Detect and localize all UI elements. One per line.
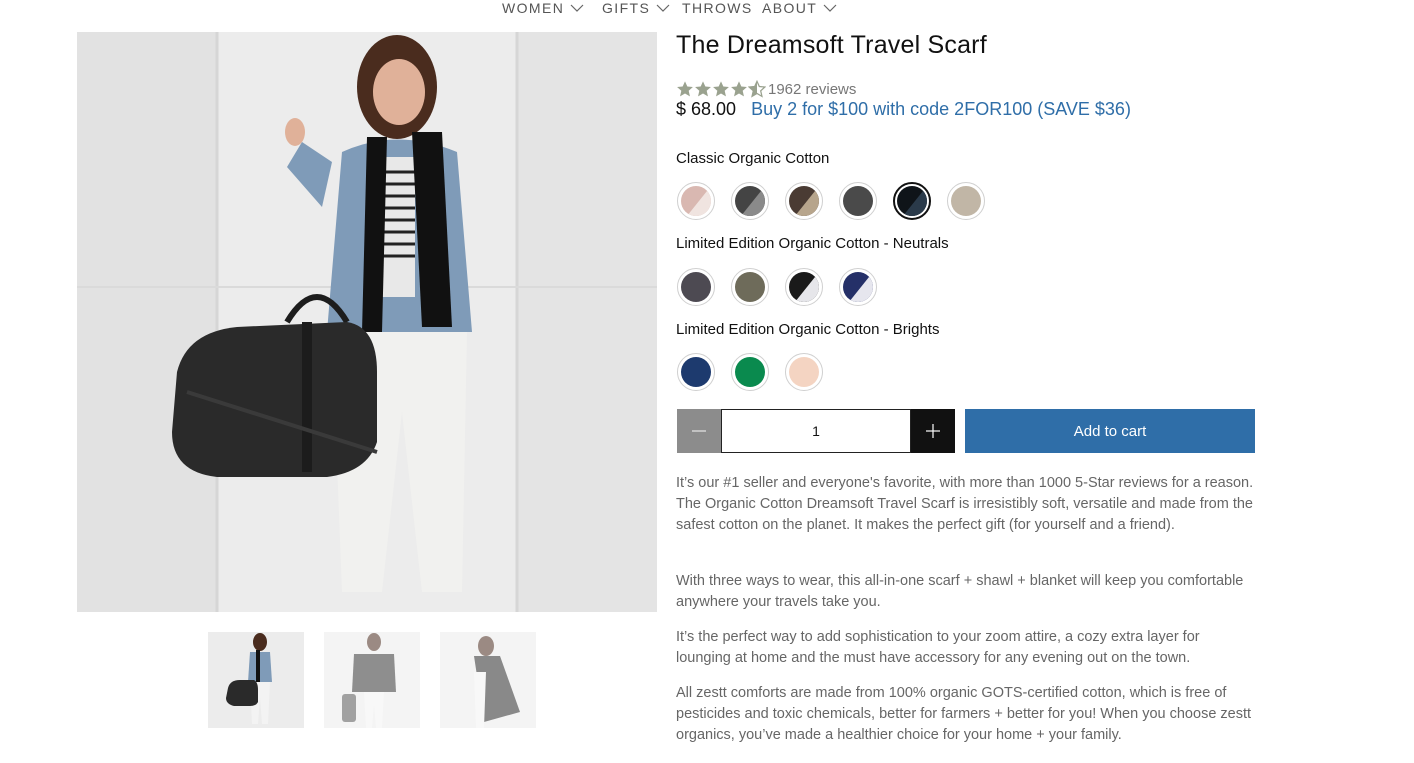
nav-item-label: GIFTS (602, 0, 651, 16)
nav-item-label: THROWS (682, 0, 753, 16)
thumbnail-front-bag[interactable] (208, 632, 304, 728)
color-swatch-oatmeal[interactable] (947, 182, 985, 220)
product-title: The Dreamsoft Travel Scarf (676, 31, 987, 59)
review-count-link[interactable]: 1962 reviews (768, 81, 856, 98)
chevron-down-icon (570, 4, 584, 12)
promo-message: Buy 2 for $100 with code 2FOR100 (SAVE $… (751, 99, 1131, 119)
color-swatch-black-white[interactable] (785, 268, 823, 306)
swatch-color-dot (735, 357, 765, 387)
description-paragraph: It’s our #1 seller and everyone's favori… (676, 475, 1254, 533)
option-group-label: Limited Edition Organic Cotton - Brights (676, 321, 940, 338)
swatch-color-dot (897, 186, 927, 216)
thumbnail-shawl[interactable] (324, 632, 420, 728)
nav-item-label: WOMEN (502, 0, 565, 16)
swatch-color-dot (735, 186, 765, 216)
color-swatch-navy[interactable] (677, 353, 715, 391)
product-photo (77, 32, 657, 612)
option-group-label: Classic Organic Cotton (676, 150, 830, 167)
add-to-cart-button[interactable]: Add to cart (965, 409, 1255, 453)
quantity-decrease-button[interactable] (677, 409, 721, 453)
swatch-color-dot (843, 186, 873, 216)
quantity-increase-button[interactable] (911, 409, 955, 453)
thumbnail-draped[interactable] (440, 632, 536, 728)
swatch-group-classic (677, 182, 985, 220)
color-swatch-olive[interactable] (731, 268, 769, 306)
description-paragraph: It’s the perfect way to add sophisticati… (676, 629, 1200, 666)
quantity-input[interactable] (721, 409, 911, 453)
thumbnail-image (440, 632, 536, 728)
color-swatch-blush[interactable] (677, 182, 715, 220)
product-price: $ 68.00 (676, 99, 737, 119)
top-nav: WOMEN GIFTS THROWS ABOUT (0, 0, 1414, 20)
swatch-color-dot (789, 357, 819, 387)
price-row: $ 68.00 Buy 2 for $100 with code 2FOR100… (676, 99, 1131, 120)
minus-icon (692, 430, 706, 432)
star-icon (677, 81, 693, 97)
star-half-icon (748, 80, 766, 98)
swatch-color-dot (735, 272, 765, 302)
chevron-down-icon (823, 4, 837, 12)
description-paragraph: With three ways to wear, this all-in-one… (676, 573, 1244, 610)
color-swatch-graphite[interactable] (839, 182, 877, 220)
color-swatch-green[interactable] (731, 353, 769, 391)
swatch-color-dot (843, 272, 873, 302)
nav-item-label: ABOUT (762, 0, 818, 16)
swatch-color-dot (951, 186, 981, 216)
swatch-color-dot (681, 186, 711, 216)
thumbnail-image (324, 632, 420, 728)
color-swatch-peach[interactable] (785, 353, 823, 391)
description-paragraph: All zestt comforts are made from 100% or… (676, 685, 1252, 743)
nav-item-about[interactable]: ABOUT (762, 0, 837, 16)
swatch-color-dot (681, 357, 711, 387)
main-product-image[interactable] (77, 32, 657, 612)
star-icon (695, 81, 711, 97)
product-rating[interactable]: 1962 reviews (676, 80, 856, 98)
star-icon (713, 81, 729, 97)
color-swatch-black[interactable] (893, 182, 931, 220)
swatch-group-neutrals (677, 268, 877, 306)
thumbnail-image (208, 632, 304, 728)
color-swatch-espresso-taupe[interactable] (785, 182, 823, 220)
nav-item-throws[interactable]: THROWS (682, 0, 753, 16)
nav-item-gifts[interactable]: GIFTS (602, 0, 670, 16)
swatch-color-dot (681, 272, 711, 302)
nav-item-women[interactable]: WOMEN (502, 0, 584, 16)
plus-icon (926, 424, 940, 438)
swatch-group-brights (677, 353, 823, 391)
chevron-down-icon (656, 4, 670, 12)
swatch-color-dot (789, 186, 819, 216)
color-swatch-slate[interactable] (677, 268, 715, 306)
star-icon (731, 81, 747, 97)
swatch-color-dot (789, 272, 819, 302)
color-swatch-charcoal-grey[interactable] (731, 182, 769, 220)
option-group-label: Limited Edition Organic Cotton - Neutral… (676, 235, 949, 252)
color-swatch-navy-white[interactable] (839, 268, 877, 306)
